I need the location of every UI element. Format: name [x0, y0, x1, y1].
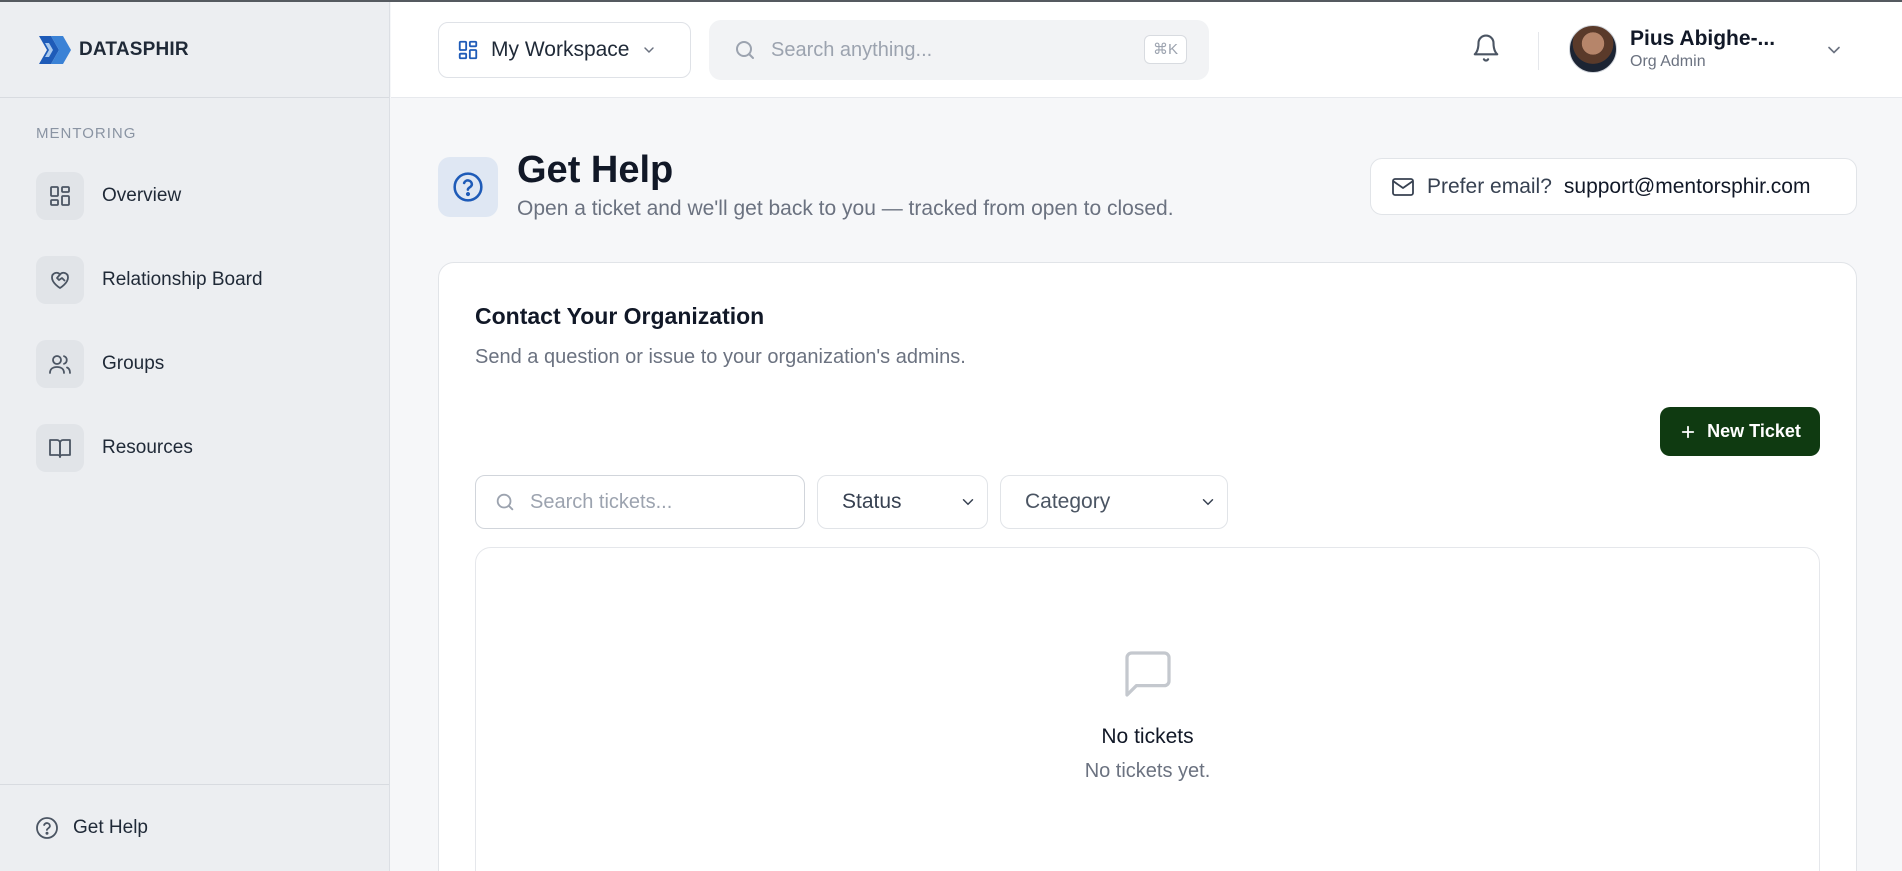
contact-organization-card: Contact Your Organization Send a questio…: [438, 262, 1857, 871]
user-menu-toggle[interactable]: [1824, 40, 1844, 65]
workspace-grid-icon: [458, 40, 478, 60]
search-icon: [496, 493, 514, 511]
tickets-empty-state: No tickets No tickets yet.: [475, 547, 1820, 871]
chevron-down-icon: [644, 47, 655, 54]
category-filter-select[interactable]: Category: [1000, 475, 1228, 529]
user-role: Org Admin: [1630, 53, 1706, 70]
topbar-divider: [1538, 32, 1539, 70]
sidebar-item-label: Groups: [102, 353, 165, 374]
mail-icon: [1392, 177, 1414, 196]
heart-handshake-icon: [36, 256, 84, 304]
brand-name: DATASPHIR: [79, 38, 189, 60]
section-label: MENTORING: [36, 125, 137, 142]
avatar: [1569, 25, 1617, 73]
sidebar-item-resources[interactable]: Resources: [0, 406, 389, 490]
notifications-button[interactable]: [1471, 32, 1501, 69]
bell-icon: [1473, 34, 1499, 62]
user-menu[interactable]: Pius Abighe-... Org Admin: [1569, 25, 1775, 73]
search-icon: [736, 41, 754, 59]
sidebar-get-help-label: Get Help: [73, 817, 148, 838]
sidebar-item-label: Resources: [102, 437, 193, 458]
sidebar-nav: Overview Relationship Board Groups Resou…: [0, 154, 389, 490]
status-filter-select[interactable]: Status: [817, 475, 988, 529]
empty-state-title: No tickets: [1101, 725, 1194, 748]
workspace-switcher[interactable]: My Workspace: [438, 22, 691, 78]
card-subtitle: Send a question or issue to your organiz…: [475, 346, 966, 368]
main-content: Get Help Open a ticket and we'll get bac…: [391, 99, 1902, 871]
new-ticket-label: New Ticket: [1707, 421, 1801, 441]
support-email-pill: Prefer email? support@mentorsphir.com: [1370, 158, 1857, 215]
chevron-down-icon: [1202, 499, 1214, 506]
sidebar-item-groups[interactable]: Groups: [0, 322, 389, 406]
chevron-down-icon: [962, 499, 974, 506]
message-square-icon: [1120, 646, 1176, 707]
global-search-input[interactable]: [771, 38, 1131, 62]
sidebar-item-label: Overview: [102, 185, 182, 206]
new-ticket-button[interactable]: New Ticket: [1660, 407, 1820, 456]
topbar: My Workspace ⌘K Pius Abighe-... Org Admi…: [391, 2, 1902, 98]
card-title: Contact Your Organization: [475, 303, 765, 329]
support-email-link[interactable]: support@mentorsphir.com: [1564, 175, 1811, 199]
sidebar-item-relationship-board[interactable]: Relationship Board: [0, 238, 389, 322]
sidebar-item-label: Relationship Board: [102, 269, 263, 290]
book-open-icon: [36, 424, 84, 472]
ticket-search: [475, 475, 805, 529]
grid-icon: [36, 172, 84, 220]
help-circle-icon: [36, 817, 58, 839]
workspace-label: My Workspace: [491, 38, 630, 61]
ticket-search-input[interactable]: [530, 490, 790, 514]
users-icon: [36, 340, 84, 388]
global-search: ⌘K: [709, 20, 1209, 80]
sidebar: DATASPHIR MENTORING Overview Relationshi…: [0, 2, 390, 871]
user-name: Pius Abighe-...: [1630, 27, 1776, 50]
chevron-down-icon: [1828, 46, 1840, 54]
email-prefix: Prefer email?: [1427, 174, 1552, 198]
sidebar-item-overview[interactable]: Overview: [0, 154, 389, 238]
help-circle-icon: [438, 157, 498, 217]
category-filter-label: Category: [1025, 490, 1111, 513]
brand-logo[interactable]: DATASPHIR: [0, 2, 389, 98]
search-shortcut-badge: ⌘K: [1143, 35, 1187, 64]
page-title: Get Help: [517, 149, 674, 191]
empty-state-text: No tickets yet.: [1084, 760, 1211, 782]
status-filter-label: Status: [842, 490, 902, 513]
page-subtitle: Open a ticket and we'll get back to you …: [517, 197, 1174, 220]
datasphir-logo-icon: [39, 35, 71, 64]
plus-icon: [1681, 425, 1695, 438]
sidebar-get-help[interactable]: Get Help: [0, 784, 389, 871]
